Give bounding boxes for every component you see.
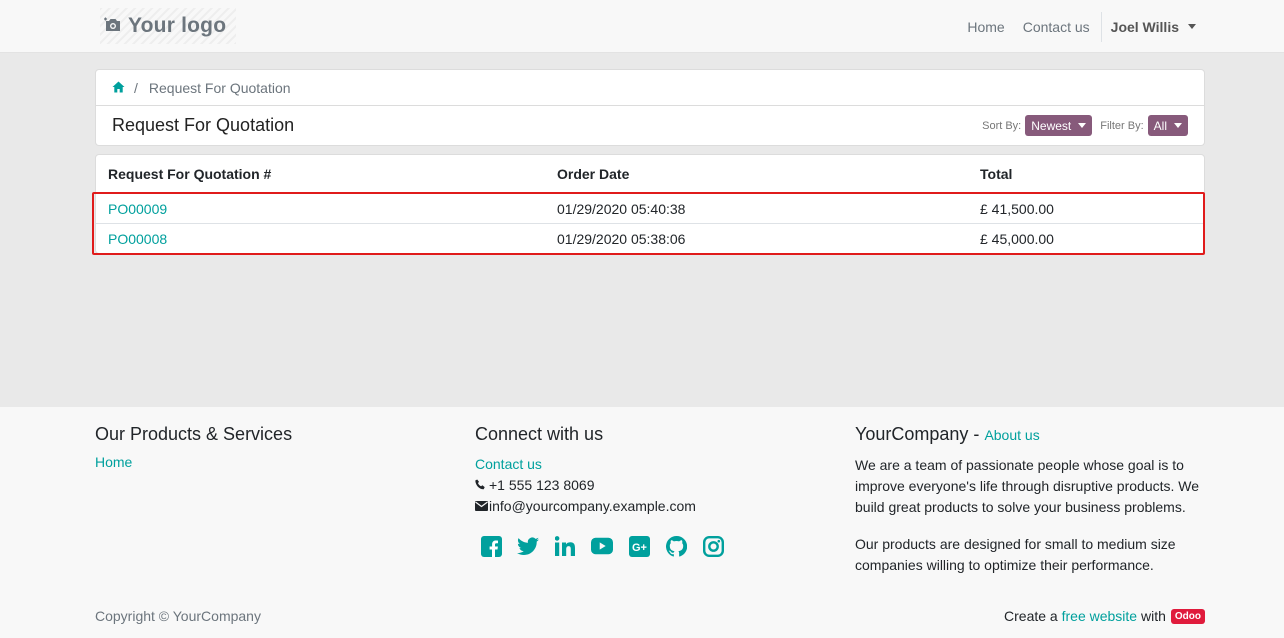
free-website-link[interactable]: free website: [1062, 608, 1137, 624]
nav-contact-link[interactable]: Contact us: [1014, 19, 1099, 35]
copyright-text: Copyright © YourCompany: [95, 608, 261, 624]
logo-text: Your logo: [128, 14, 227, 37]
footer-company-title: YourCompany - About us: [855, 424, 1205, 445]
powered-by-credit: Create a free website with Odoo: [1004, 608, 1205, 624]
twitter-icon[interactable]: [517, 535, 539, 557]
company-name: YourCompany: [855, 424, 969, 444]
column-header-ref: Request For Quotation #: [108, 165, 272, 182]
order-total: £ 45,000.00: [980, 231, 1054, 247]
about-paragraph-2: Our products are designed for small to m…: [855, 536, 1176, 573]
title-dash: -: [973, 424, 980, 444]
main-nav: Home Contact us Joel Willis: [958, 0, 1284, 53]
order-total: £ 41,500.00: [980, 200, 1054, 217]
footer-connect-column: Connect with us Contact us +1 555 123 80…: [475, 424, 739, 557]
about-paragraph-1: We are a team of passionate people whose…: [855, 457, 1200, 515]
page-title: Request For Quotation: [112, 115, 295, 135]
email-address: info@yourcompany.example.com: [489, 498, 696, 514]
sort-label: Sort By:: [982, 119, 1022, 132]
order-date: 01/29/2020 05:40:38: [557, 200, 686, 217]
table-row[interactable]: PO00009 01/29/2020 05:40:38 £ 41,500.00: [96, 193, 1204, 223]
column-header-date: Order Date: [557, 165, 630, 182]
breadcrumb: / Request For Quotation: [95, 69, 1205, 106]
youtube-icon[interactable]: [591, 535, 613, 557]
filter-value: All: [1153, 118, 1167, 133]
top-navbar: Your logo Home Contact us Joel Willis: [0, 0, 1284, 53]
column-header-total: Total: [980, 165, 1013, 182]
table-header-row: Request For Quotation # Order Date Total: [96, 155, 1204, 192]
home-icon[interactable]: [112, 80, 125, 96]
order-date: 01/29/2020 05:38:06: [557, 231, 686, 247]
sort-dropdown[interactable]: Newest: [1025, 115, 1093, 136]
chevron-down-icon: [1174, 123, 1182, 128]
footer: Our Products & Services Home Connect wit…: [0, 407, 1284, 638]
chevron-down-icon: [1078, 123, 1087, 128]
phone-line: +1 555 123 8069: [475, 475, 739, 496]
github-icon[interactable]: [665, 535, 687, 557]
camera-icon: [104, 17, 122, 36]
sort-filter-controls: Sort By: Newest Filter By: All: [982, 115, 1188, 136]
linkedin-icon[interactable]: [554, 535, 576, 557]
footer-about-column: YourCompany - About us We are a team of …: [855, 424, 1205, 592]
rfq-ref-link[interactable]: PO00008: [108, 231, 167, 247]
rfq-ref-link[interactable]: PO00009: [108, 201, 167, 217]
google-plus-icon[interactable]: G+: [628, 535, 650, 557]
phone-number: +1 555 123 8069: [489, 477, 595, 493]
email-line: info@yourcompany.example.com: [475, 496, 739, 517]
nav-home-link[interactable]: Home: [958, 19, 1013, 35]
footer-home-link[interactable]: Home: [95, 454, 132, 470]
breadcrumb-separator: /: [134, 79, 138, 96]
envelope-icon: [475, 496, 489, 517]
footer-products-title: Our Products & Services: [95, 424, 293, 444]
rfq-table: Request For Quotation # Order Date Total…: [95, 154, 1205, 254]
filter-dropdown[interactable]: All: [1147, 115, 1188, 136]
footer-products-column: Our Products & Services Home: [95, 424, 292, 470]
filter-label: Filter By:: [1100, 119, 1144, 132]
title-bar: Request For Quotation Sort By: Newest Fi…: [95, 106, 1205, 146]
credit-prefix: Create a: [1004, 608, 1058, 624]
credit-with: with: [1140, 608, 1166, 624]
footer-connect-title: Connect with us: [475, 424, 604, 444]
user-menu-dropdown[interactable]: Joel Willis: [1102, 19, 1196, 35]
sort-value: Newest: [1031, 118, 1072, 133]
footer-contact-link[interactable]: Contact us: [475, 456, 542, 472]
instagram-icon[interactable]: [702, 535, 724, 557]
social-links: G+: [480, 535, 739, 557]
table-row[interactable]: PO00008 01/29/2020 05:38:06 £ 45,000.00: [96, 223, 1204, 254]
breadcrumb-current: Request For Quotation: [148, 79, 291, 96]
odoo-badge[interactable]: Odoo: [1170, 608, 1205, 624]
user-name: Joel Willis: [1110, 18, 1179, 35]
svg-text:G+: G+: [632, 542, 647, 554]
about-us-link[interactable]: About us: [984, 427, 1039, 443]
chevron-down-icon: [1188, 24, 1196, 29]
facebook-icon[interactable]: [480, 535, 502, 557]
phone-icon: [475, 475, 489, 496]
site-logo[interactable]: Your logo: [100, 8, 237, 44]
